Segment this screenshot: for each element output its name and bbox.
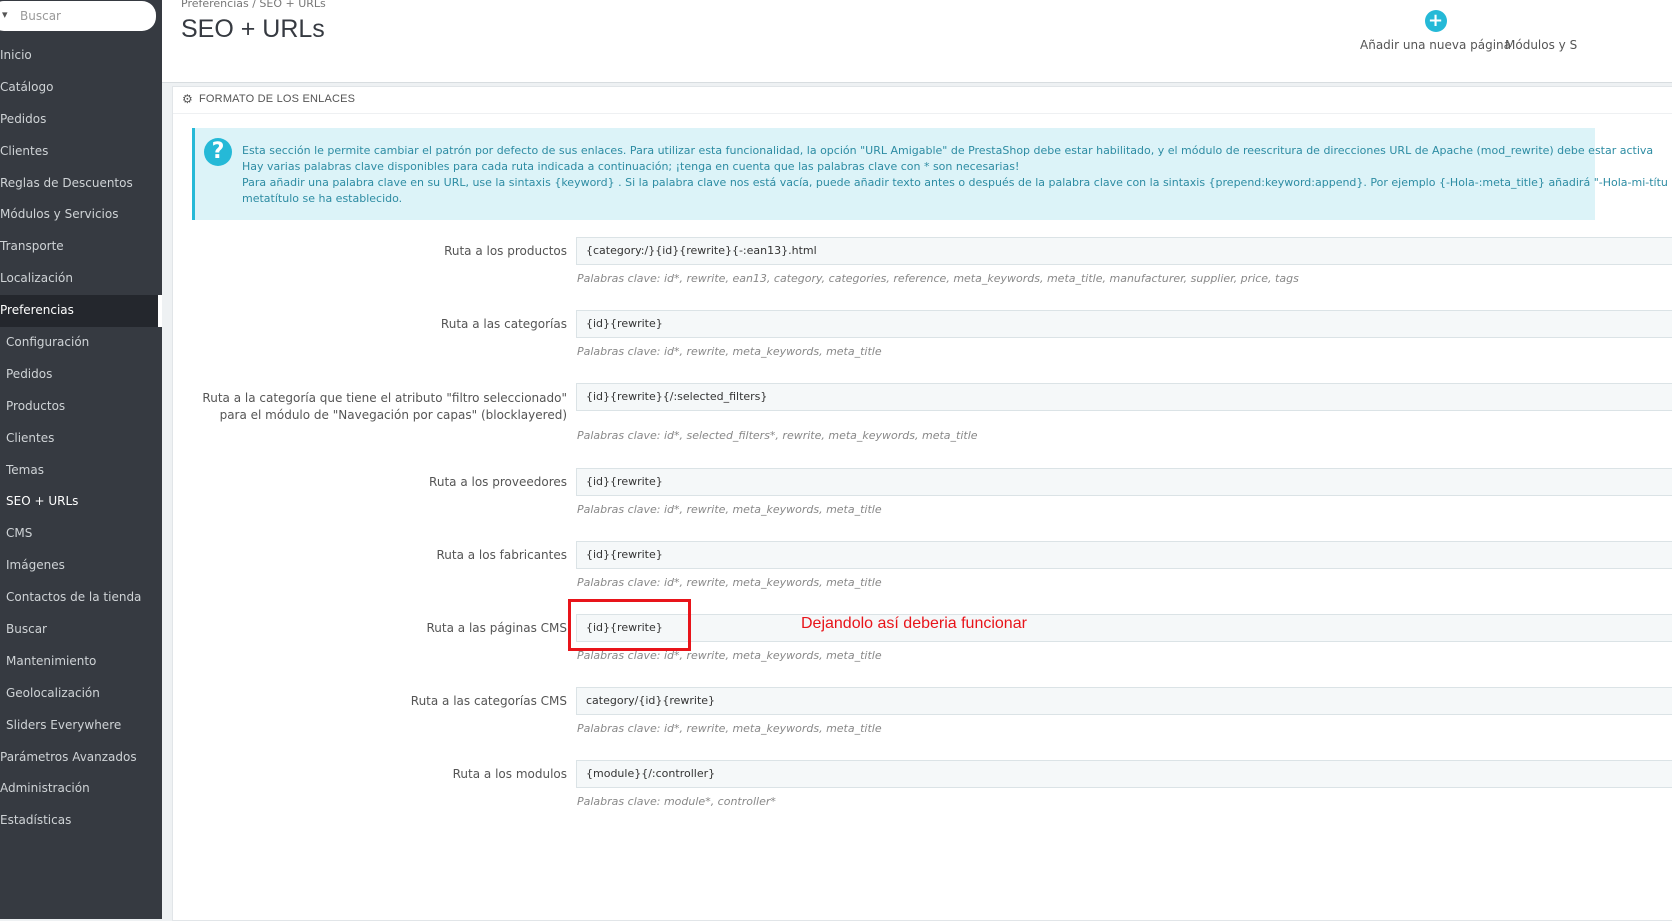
info-line: Hay varias palabras clave disponibles pa…: [242, 160, 1020, 173]
info-line: metatítulo se ha establecido.: [242, 192, 403, 205]
cogs-icon: ⚙: [182, 92, 193, 106]
sidebar-subitem-pedidos[interactable]: Pedidos: [0, 359, 162, 391]
info-alert: ? Esta sección le permite cambiar el pat…: [192, 128, 1668, 220]
route-help: Palabras clave: id*, rewrite, ean13, cat…: [577, 272, 1299, 285]
route-input-suppliers[interactable]: {id}{rewrite}: [576, 468, 1672, 496]
sidebar-subitem-buscar[interactable]: Buscar: [0, 614, 162, 646]
sidebar-subitem-mantenimiento[interactable]: Mantenimiento: [0, 646, 162, 678]
route-help: Palabras clave: id*, rewrite, meta_keywo…: [577, 345, 882, 358]
route-label: Ruta a los proveedores: [429, 475, 567, 489]
sidebar-item-administracion[interactable]: Administración: [0, 773, 162, 805]
sidebar-subitem-contactos[interactable]: Contactos de la tienda: [0, 582, 162, 614]
route-label: Ruta a las categorías: [440, 317, 567, 331]
sidebar-item-clientes[interactable]: Clientes: [0, 136, 162, 168]
sidebar-item-parametros-avanzados[interactable]: Parámetros Avanzados: [0, 742, 162, 774]
route-input-categories[interactable]: {id}{rewrite}: [576, 310, 1672, 338]
sidebar-subitem-sliders[interactable]: Sliders Everywhere: [0, 710, 162, 742]
sidebar-item-transporte[interactable]: Transporte: [0, 231, 162, 263]
panel-heading: ⚙ FORMATO DE LOS ENLACES: [173, 87, 1672, 114]
route-input-cms-categories[interactable]: category/{id}{rewrite}: [576, 687, 1672, 715]
route-label: Ruta a la categoría que tiene el atribut…: [202, 391, 567, 422]
plus-circle-icon: +: [1424, 10, 1447, 32]
route-help: Palabras clave: module*, controller*: [577, 795, 776, 808]
route-input-products[interactable]: {category:/}{id}{rewrite}{-:ean13}.html: [576, 237, 1672, 265]
sidebar-subitem-productos[interactable]: Productos: [0, 391, 162, 423]
sidebar-item-reglas-descuentos[interactable]: Reglas de Descuentos: [0, 168, 162, 200]
search-dropdown-icon[interactable]: ▾: [2, 8, 8, 21]
breadcrumb[interactable]: Preferencias / SEO + URLs: [181, 0, 326, 10]
route-label: Ruta a los fabricantes: [436, 548, 567, 562]
route-label: Ruta a las categorías CMS: [410, 694, 567, 708]
sidebar: ▾ Buscar Inicio Catálogo Pedidos Cliente…: [0, 0, 162, 919]
sidebar-subitem-clientes[interactable]: Clientes: [0, 423, 162, 455]
annotation-note: Dejandolo así deberia funcionar: [801, 615, 1027, 632]
add-page-label: Añadir una nueva página: [1360, 38, 1511, 52]
sidebar-item-catalogo[interactable]: Catálogo: [0, 72, 162, 104]
links-format-panel: ⚙ FORMATO DE LOS ENLACES ? Esta sección …: [172, 86, 1672, 921]
search-placeholder: Buscar: [20, 9, 61, 23]
route-input-layered[interactable]: {id}{rewrite}{/:selected_filters}: [576, 383, 1672, 411]
route-input-modules[interactable]: {module}{/:controller}: [576, 760, 1672, 788]
sidebar-subitem-cms[interactable]: CMS: [0, 518, 162, 550]
route-label: Ruta a los productos: [444, 244, 567, 258]
question-circle-icon: ?: [204, 138, 232, 166]
panel-heading-title: FORMATO DE LOS ENLACES: [199, 93, 356, 105]
search-input[interactable]: ▾ Buscar: [0, 1, 156, 31]
sidebar-item-modulos-servicios[interactable]: Módulos y Servicios: [0, 199, 162, 231]
modules-button[interactable]: Módulos y S: [1505, 38, 1577, 52]
route-input-manufacturers[interactable]: {id}{rewrite}: [576, 541, 1672, 569]
route-help: Palabras clave: id*, rewrite, meta_keywo…: [577, 503, 882, 516]
sidebar-item-pedidos[interactable]: Pedidos: [0, 104, 162, 136]
sidebar-subitem-imagenes[interactable]: Imágenes: [0, 550, 162, 582]
sidebar-subitem-temas[interactable]: Temas: [0, 455, 162, 487]
route-label: Ruta a los modulos: [452, 767, 567, 781]
annotation-highlight-box: [568, 599, 691, 651]
sidebar-item-estadisticas[interactable]: Estadísticas: [0, 805, 162, 837]
route-help: Palabras clave: id*, rewrite, meta_keywo…: [577, 722, 882, 735]
route-help: Palabras clave: id*, rewrite, meta_keywo…: [577, 576, 882, 589]
sidebar-nav: Inicio Catálogo Pedidos Clientes Reglas …: [0, 40, 162, 837]
sidebar-item-localizacion[interactable]: Localización: [0, 263, 162, 295]
route-help: Palabras clave: id*, selected_filters*, …: [577, 429, 978, 442]
sidebar-subitem-geolocalizacion[interactable]: Geolocalización: [0, 678, 162, 710]
page-title: SEO + URLs: [181, 15, 325, 43]
info-line: Esta sección le permite cambiar el patró…: [242, 144, 1654, 157]
page-header: Preferencias / SEO + URLs SEO + URLs + A…: [162, 0, 1672, 83]
info-line: Para añadir una palabra clave en su URL,…: [242, 176, 1668, 189]
sidebar-item-preferencias[interactable]: Preferencias: [0, 295, 162, 328]
modules-label: Módulos y S: [1505, 38, 1578, 52]
add-page-button[interactable]: + Añadir una nueva página: [1360, 10, 1511, 52]
sidebar-item-inicio[interactable]: Inicio: [0, 40, 162, 72]
route-label: Ruta a las páginas CMS: [426, 621, 568, 635]
route-input-cms-pages[interactable]: {id}{rewrite}: [576, 614, 1672, 642]
sidebar-subitem-seo-urls[interactable]: SEO + URLs: [0, 486, 162, 518]
sidebar-subitem-configuracion[interactable]: Configuración: [0, 327, 162, 359]
